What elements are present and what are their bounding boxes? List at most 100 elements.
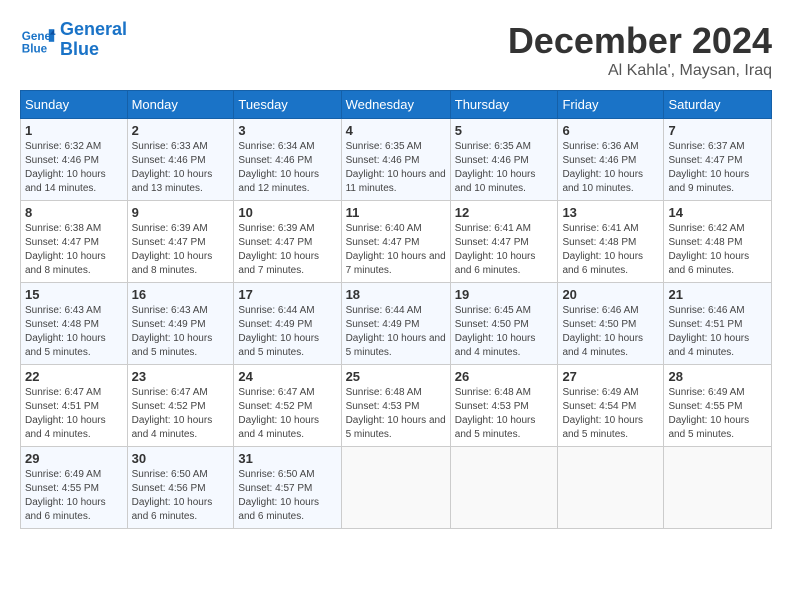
calendar-cell: 17 Sunrise: 6:44 AM Sunset: 4:49 PM Dayli…: [234, 283, 341, 365]
calendar-cell: 25 Sunrise: 6:48 AM Sunset: 4:53 PM Dayli…: [341, 365, 450, 447]
calendar-cell: 19Sunrise: 6:45 AM Sunset: 4:50 PM Dayli…: [450, 283, 558, 365]
week-row-4: 29 Sunrise: 6:49 AM Sunset: 4:55 PM Dayli…: [21, 447, 772, 529]
day-info: Sunrise: 6:39 AM Sunset: 4:47 PM Dayligh…: [238, 222, 336, 278]
day-number: 26: [455, 369, 554, 384]
day-info: Sunrise: 6:34 AM Sunset: 4:46 PM Dayligh…: [238, 140, 336, 196]
day-info: Sunrise: 6:46 AM Sunset: 4:50 PM Dayligh…: [562, 304, 659, 360]
day-number: 10: [238, 205, 336, 220]
day-info: Sunrise: 6:43 AM Sunset: 4:48 PM Dayligh…: [25, 304, 123, 360]
calendar-cell: 5 Sunrise: 6:35 AM Sunset: 4:46 PM Daylig…: [450, 119, 558, 201]
day-info: Sunrise: 6:49 AM Sunset: 4:54 PM Dayligh…: [562, 386, 659, 442]
day-number: 4: [346, 123, 446, 138]
day-number: 29: [25, 451, 123, 466]
calendar-cell: 21Sunrise: 6:46 AM Sunset: 4:51 PM Dayli…: [664, 283, 772, 365]
week-row-0: 1 Sunrise: 6:32 AM Sunset: 4:46 PM Daylig…: [21, 119, 772, 201]
calendar-cell: [341, 447, 450, 529]
location-title: Al Kahla', Maysan, Iraq: [508, 62, 772, 80]
calendar-cell: 23 Sunrise: 6:47 AM Sunset: 4:52 PM Dayli…: [127, 365, 234, 447]
day-number: 22: [25, 369, 123, 384]
day-info: Sunrise: 6:50 AM Sunset: 4:57 PM Dayligh…: [238, 468, 336, 524]
day-number: 24: [238, 369, 336, 384]
title-block: December 2024 Al Kahla', Maysan, Iraq: [508, 20, 772, 80]
day-info: Sunrise: 6:36 AM Sunset: 4:46 PM Dayligh…: [562, 140, 659, 196]
calendar-cell: 14 Sunrise: 6:42 AM Sunset: 4:48 PM Dayli…: [664, 201, 772, 283]
day-info: Sunrise: 6:40 AM Sunset: 4:47 PM Dayligh…: [346, 222, 446, 278]
day-number: 30: [132, 451, 230, 466]
day-number: 15: [25, 287, 123, 302]
day-info: Sunrise: 6:48 AM Sunset: 4:53 PM Dayligh…: [346, 386, 446, 442]
calendar-cell: 24 Sunrise: 6:47 AM Sunset: 4:52 PM Dayli…: [234, 365, 341, 447]
calendar-cell: 26 Sunrise: 6:48 AM Sunset: 4:53 PM Dayli…: [450, 365, 558, 447]
day-info: Sunrise: 6:44 AM Sunset: 4:49 PM Dayligh…: [346, 304, 446, 360]
day-number: 9: [132, 205, 230, 220]
day-info: Sunrise: 6:44 AM Sunset: 4:49 PM Dayligh…: [238, 304, 336, 360]
day-number: 14: [668, 205, 767, 220]
calendar-cell: 13Sunrise: 6:41 AM Sunset: 4:48 PM Dayli…: [558, 201, 664, 283]
calendar-cell: 8Sunrise: 6:38 AM Sunset: 4:47 PM Daylig…: [21, 201, 128, 283]
calendar-cell: 4 Sunrise: 6:35 AM Sunset: 4:46 PM Daylig…: [341, 119, 450, 201]
day-info: Sunrise: 6:48 AM Sunset: 4:53 PM Dayligh…: [455, 386, 554, 442]
calendar-cell: [664, 447, 772, 529]
day-info: Sunrise: 6:41 AM Sunset: 4:47 PM Dayligh…: [455, 222, 554, 278]
month-title: December 2024: [508, 20, 772, 62]
logo-line2: Blue: [60, 40, 127, 60]
day-info: Sunrise: 6:49 AM Sunset: 4:55 PM Dayligh…: [668, 386, 767, 442]
day-header-tuesday: Tuesday: [234, 91, 341, 119]
day-number: 6: [562, 123, 659, 138]
calendar-cell: 31Sunrise: 6:50 AM Sunset: 4:57 PM Dayli…: [234, 447, 341, 529]
calendar-cell: 29 Sunrise: 6:49 AM Sunset: 4:55 PM Dayli…: [21, 447, 128, 529]
calendar-cell: [450, 447, 558, 529]
week-row-2: 15 Sunrise: 6:43 AM Sunset: 4:48 PM Dayli…: [21, 283, 772, 365]
calendar-cell: 30 Sunrise: 6:50 AM Sunset: 4:56 PM Dayli…: [127, 447, 234, 529]
day-info: Sunrise: 6:49 AM Sunset: 4:55 PM Dayligh…: [25, 468, 123, 524]
day-number: 19: [455, 287, 554, 302]
day-number: 16: [132, 287, 230, 302]
day-header-thursday: Thursday: [450, 91, 558, 119]
day-header-friday: Friday: [558, 91, 664, 119]
calendar-cell: 3 Sunrise: 6:34 AM Sunset: 4:46 PM Daylig…: [234, 119, 341, 201]
calendar-cell: 20 Sunrise: 6:46 AM Sunset: 4:50 PM Dayli…: [558, 283, 664, 365]
day-info: Sunrise: 6:50 AM Sunset: 4:56 PM Dayligh…: [132, 468, 230, 524]
day-number: 25: [346, 369, 446, 384]
day-header-sunday: Sunday: [21, 91, 128, 119]
day-number: 23: [132, 369, 230, 384]
day-info: Sunrise: 6:42 AM Sunset: 4:48 PM Dayligh…: [668, 222, 767, 278]
day-info: Sunrise: 6:37 AM Sunset: 4:47 PM Dayligh…: [668, 140, 767, 196]
calendar-cell: [558, 447, 664, 529]
day-info: Sunrise: 6:46 AM Sunset: 4:51 PM Dayligh…: [668, 304, 767, 360]
day-info: Sunrise: 6:33 AM Sunset: 4:46 PM Dayligh…: [132, 140, 230, 196]
day-number: 11: [346, 205, 446, 220]
calendar-table: SundayMondayTuesdayWednesdayThursdayFrid…: [20, 90, 772, 529]
day-info: Sunrise: 6:35 AM Sunset: 4:46 PM Dayligh…: [346, 140, 446, 196]
day-number: 12: [455, 205, 554, 220]
week-row-3: 22Sunrise: 6:47 AM Sunset: 4:51 PM Dayli…: [21, 365, 772, 447]
day-number: 27: [562, 369, 659, 384]
day-number: 20: [562, 287, 659, 302]
header-row: SundayMondayTuesdayWednesdayThursdayFrid…: [21, 91, 772, 119]
calendar-cell: 11 Sunrise: 6:40 AM Sunset: 4:47 PM Dayli…: [341, 201, 450, 283]
day-number: 1: [25, 123, 123, 138]
calendar-cell: 28Sunrise: 6:49 AM Sunset: 4:55 PM Dayli…: [664, 365, 772, 447]
header: General Blue General Blue December 2024 …: [20, 20, 772, 80]
logo-icon: General Blue: [20, 22, 56, 58]
calendar-cell: 12 Sunrise: 6:41 AM Sunset: 4:47 PM Dayli…: [450, 201, 558, 283]
day-header-monday: Monday: [127, 91, 234, 119]
day-number: 17: [238, 287, 336, 302]
day-info: Sunrise: 6:47 AM Sunset: 4:52 PM Dayligh…: [132, 386, 230, 442]
day-info: Sunrise: 6:35 AM Sunset: 4:46 PM Dayligh…: [455, 140, 554, 196]
logo-line1: General: [60, 20, 127, 40]
day-number: 18: [346, 287, 446, 302]
week-row-1: 8Sunrise: 6:38 AM Sunset: 4:47 PM Daylig…: [21, 201, 772, 283]
calendar-cell: 15 Sunrise: 6:43 AM Sunset: 4:48 PM Dayli…: [21, 283, 128, 365]
day-info: Sunrise: 6:47 AM Sunset: 4:52 PM Dayligh…: [238, 386, 336, 442]
day-info: Sunrise: 6:32 AM Sunset: 4:46 PM Dayligh…: [25, 140, 123, 196]
svg-text:Blue: Blue: [22, 42, 48, 55]
calendar-cell: 16Sunrise: 6:43 AM Sunset: 4:49 PM Dayli…: [127, 283, 234, 365]
calendar-cell: 10 Sunrise: 6:39 AM Sunset: 4:47 PM Dayli…: [234, 201, 341, 283]
calendar-cell: 9Sunrise: 6:39 AM Sunset: 4:47 PM Daylig…: [127, 201, 234, 283]
calendar-cell: 7Sunrise: 6:37 AM Sunset: 4:47 PM Daylig…: [664, 119, 772, 201]
day-number: 5: [455, 123, 554, 138]
calendar-cell: 1 Sunrise: 6:32 AM Sunset: 4:46 PM Daylig…: [21, 119, 128, 201]
day-number: 3: [238, 123, 336, 138]
day-info: Sunrise: 6:38 AM Sunset: 4:47 PM Dayligh…: [25, 222, 123, 278]
